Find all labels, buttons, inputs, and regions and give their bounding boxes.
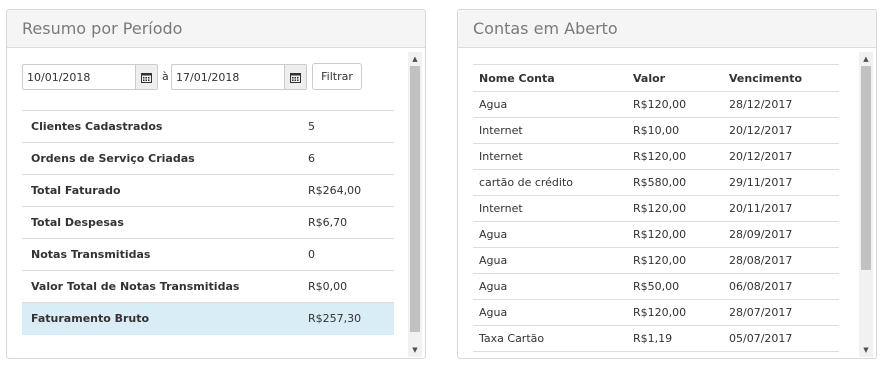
account-due-date-cell: 20/12/2017 bbox=[723, 143, 839, 170]
column-header-value[interactable]: Valor bbox=[627, 64, 723, 92]
account-value-cell: R$120,00 bbox=[627, 247, 723, 274]
summary-row: Total Despesas R$6,70 bbox=[22, 206, 394, 239]
account-name-cell: Taxa Cartão bbox=[473, 325, 627, 352]
accounts-scrollbar[interactable]: ▲ ▼ bbox=[859, 52, 873, 357]
account-due-date-cell: 06/08/2017 bbox=[723, 273, 839, 300]
start-date-group bbox=[22, 64, 158, 90]
table-row: Agua R$50,00 06/08/2017 bbox=[473, 273, 839, 300]
summary-table: Clientes Cadastrados 5 Ordens de Serviço C… bbox=[22, 110, 394, 335]
table-row: Agua R$120,00 28/08/2017 bbox=[473, 247, 839, 274]
account-due-date-cell: 28/12/2017 bbox=[723, 91, 839, 118]
summary-row: Faturamento Bruto R$257,30 bbox=[22, 302, 394, 335]
account-due-date-cell: 28/09/2017 bbox=[723, 221, 839, 248]
filter-button[interactable]: Filtrar bbox=[312, 63, 362, 90]
summary-row: Valor Total de Notas Transmitidas R$0,00 bbox=[22, 270, 394, 303]
summary-row-label: Faturamento Bruto bbox=[22, 302, 299, 335]
account-due-date-cell: 20/11/2017 bbox=[723, 195, 839, 222]
account-value-cell: R$580,00 bbox=[627, 169, 723, 196]
account-due-date-cell: 28/07/2017 bbox=[723, 299, 839, 326]
account-due-date-cell: 20/12/2017 bbox=[723, 117, 839, 144]
account-due-date-cell: 05/07/2017 bbox=[723, 325, 839, 352]
table-row: cartão de crédito R$580,00 29/11/2017 bbox=[473, 169, 839, 196]
account-name-cell: Agua bbox=[473, 221, 627, 248]
end-date-group bbox=[171, 64, 307, 90]
arrow-down-icon[interactable]: ▼ bbox=[408, 343, 422, 357]
account-value-cell: R$50,00 bbox=[627, 273, 723, 300]
end-date-input[interactable] bbox=[172, 65, 284, 89]
account-name-cell: Agua bbox=[473, 91, 627, 118]
account-value-cell: R$10,00 bbox=[627, 117, 723, 144]
account-name-cell: Internet bbox=[473, 143, 627, 170]
table-header-row: Nome Conta Valor Vencimento bbox=[473, 64, 839, 92]
summary-row-value: 0 bbox=[299, 238, 394, 271]
calendar-icon bbox=[141, 72, 152, 83]
summary-row: Ordens de Serviço Criadas 6 bbox=[22, 142, 394, 175]
scroll-thumb[interactable] bbox=[861, 66, 871, 270]
summary-row: Clientes Cadastrados 5 bbox=[22, 110, 394, 143]
summary-row-label: Valor Total de Notas Transmitidas bbox=[22, 270, 299, 303]
summary-row-label: Ordens de Serviço Criadas bbox=[22, 142, 299, 175]
arrow-down-icon[interactable]: ▼ bbox=[859, 343, 873, 357]
table-row: Internet R$120,00 20/11/2017 bbox=[473, 195, 839, 222]
start-date-calendar-button[interactable] bbox=[135, 65, 157, 89]
accounts-panel: Contas em Aberto Nome Conta Valor Vencim… bbox=[457, 9, 877, 359]
column-header-due-date[interactable]: Vencimento bbox=[723, 64, 839, 92]
account-name-cell: Internet bbox=[473, 117, 627, 144]
summary-row-value: R$0,00 bbox=[299, 270, 394, 303]
arrow-up-icon[interactable]: ▲ bbox=[859, 52, 873, 66]
table-row: Taxa Cartão R$1,19 05/07/2017 bbox=[473, 325, 839, 352]
summary-scrollbar[interactable]: ▲ ▼ bbox=[408, 52, 422, 357]
summary-row-label: Total Despesas bbox=[22, 206, 299, 239]
table-row: Internet R$10,00 20/12/2017 bbox=[473, 117, 839, 144]
accounts-panel-title: Contas em Aberto bbox=[458, 10, 876, 48]
accounts-panel-body: Nome Conta Valor Vencimento Agua R$120,00… bbox=[458, 48, 876, 358]
column-header-name[interactable]: Nome Conta bbox=[473, 64, 627, 92]
table-row: Internet R$120,00 20/12/2017 bbox=[473, 143, 839, 170]
start-date-input[interactable] bbox=[23, 65, 135, 89]
date-separator: à bbox=[162, 70, 169, 83]
summary-row-value: R$6,70 bbox=[299, 206, 394, 239]
account-name-cell: Agua bbox=[473, 299, 627, 326]
summary-row-value: 5 bbox=[299, 110, 394, 143]
summary-row: Total Faturado R$264,00 bbox=[22, 174, 394, 207]
summary-row-label: Total Faturado bbox=[22, 174, 299, 207]
summary-panel-body: à Filtrar Clientes Cadastrados5Ordens de… bbox=[7, 48, 425, 358]
summary-row-label: Notas Transmitidas bbox=[22, 238, 299, 271]
summary-row: Notas Transmitidas 0 bbox=[22, 238, 394, 271]
account-name-cell: Agua bbox=[473, 273, 627, 300]
table-row: Agua R$120,00 28/12/2017 bbox=[473, 91, 839, 118]
calendar-icon bbox=[290, 72, 301, 83]
table-row: Agua R$120,00 28/09/2017 bbox=[473, 221, 839, 248]
summary-row-label: Clientes Cadastrados bbox=[22, 110, 299, 143]
account-value-cell: R$120,00 bbox=[627, 195, 723, 222]
summary-row-value: 6 bbox=[299, 142, 394, 175]
account-value-cell: R$120,00 bbox=[627, 143, 723, 170]
summary-panel-title: Resumo por Período bbox=[7, 10, 425, 48]
account-name-cell: Internet bbox=[473, 195, 627, 222]
account-due-date-cell: 28/08/2017 bbox=[723, 247, 839, 274]
summary-row-value: R$257,30 bbox=[299, 302, 394, 335]
scroll-thumb[interactable] bbox=[410, 66, 420, 332]
account-value-cell: R$120,00 bbox=[627, 221, 723, 248]
end-date-calendar-button[interactable] bbox=[284, 65, 306, 89]
account-name-cell: cartão de crédito bbox=[473, 169, 627, 196]
summary-row-value: R$264,00 bbox=[299, 174, 394, 207]
arrow-up-icon[interactable]: ▲ bbox=[408, 52, 422, 66]
account-due-date-cell: 29/11/2017 bbox=[723, 169, 839, 196]
table-row: Agua R$120,00 28/07/2017 bbox=[473, 299, 839, 326]
account-value-cell: R$1,19 bbox=[627, 325, 723, 352]
accounts-table: Nome Conta Valor Vencimento Agua R$120,00… bbox=[473, 64, 839, 352]
summary-panel: Resumo por Período à bbox=[6, 9, 426, 359]
account-value-cell: R$120,00 bbox=[627, 91, 723, 118]
account-value-cell: R$120,00 bbox=[627, 299, 723, 326]
account-name-cell: Agua bbox=[473, 247, 627, 274]
